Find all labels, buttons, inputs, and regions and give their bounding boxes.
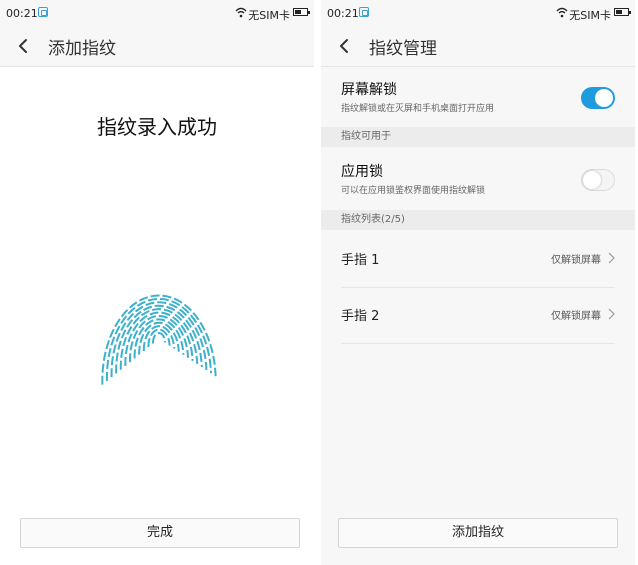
page-title: 添加指纹 — [48, 39, 116, 59]
battery-icon — [614, 8, 631, 16]
header: 指纹管理 — [321, 26, 635, 67]
status-bar: 00:21 无SIM卡 — [0, 0, 314, 26]
status-time: 00:21 — [327, 7, 359, 20]
done-button[interactable]: 完成 — [20, 518, 300, 548]
screen-unlock-toggle[interactable] — [581, 87, 615, 109]
wifi-icon — [235, 7, 247, 18]
list-item[interactable]: 手指 1 仅解锁屏幕 — [341, 231, 615, 288]
status-bar: 00:21 无SIM卡 — [321, 0, 635, 26]
add-fingerprint-screen: 00:21 无SIM卡 添加指纹 指纹录入成功 完成 — [0, 0, 314, 565]
app-lock-label: 应用锁 — [341, 164, 383, 180]
fingerprint-management-screen: 00:21 无SIM卡 指纹管理 屏幕解锁 指纹解锁或在灭屏和手机桌面打开应用 … — [321, 0, 635, 565]
fingerprint-ridge — [119, 308, 199, 370]
section-header-list: 指纹列表(2/5) — [321, 210, 635, 230]
app-lock-description: 可以在应用锁鉴权界面使用指纹解锁 — [341, 186, 486, 196]
chevron-right-icon — [608, 308, 615, 320]
finger-status: 仅解锁屏幕 — [551, 311, 601, 322]
section-usage-label: 指纹可用于 — [341, 131, 391, 142]
add-fingerprint-button[interactable]: 添加指纹 — [338, 518, 618, 548]
header: 添加指纹 — [0, 26, 314, 67]
fingerprint-ridge — [142, 325, 176, 352]
screen-unlock-row[interactable]: 屏幕解锁 指纹解锁或在灭屏和手机桌面打开应用 — [341, 71, 615, 127]
battery-icon — [293, 8, 310, 16]
back-arrow-icon[interactable] — [14, 36, 34, 56]
screen-unlock-label: 屏幕解锁 — [341, 82, 397, 98]
fingerprint-icon — [101, 294, 217, 385]
back-arrow-icon[interactable] — [335, 36, 355, 56]
app-lock-row[interactable]: 应用锁 可以在应用锁鉴权界面使用指纹解锁 — [341, 153, 615, 209]
content-area: 指纹录入成功 完成 — [0, 67, 314, 565]
finger-status: 仅解锁屏幕 — [551, 255, 601, 266]
section-list-label: 指纹列表(2/5) — [341, 214, 405, 225]
status-time: 00:21 — [6, 7, 38, 20]
success-message: 指纹录入成功 — [97, 115, 217, 139]
list-item[interactable]: 手指 2 仅解锁屏幕 — [341, 287, 615, 344]
screen-divider — [316, 0, 320, 565]
settings-list: 屏幕解锁 指纹解锁或在灭屏和手机桌面打开应用 指纹可用于 应用锁 可以在应用锁鉴… — [321, 67, 635, 565]
finger-name: 手指 1 — [341, 253, 380, 268]
sim-status: 无SIM卡 — [248, 9, 290, 22]
app-lock-toggle[interactable] — [581, 169, 615, 191]
wifi-icon — [556, 7, 568, 18]
fingerprint-ridge — [151, 332, 166, 344]
fingerprint-ridge — [105, 297, 212, 381]
chevron-right-icon — [608, 252, 615, 264]
notification-icon — [359, 7, 369, 17]
section-header-usage: 指纹可用于 — [321, 127, 635, 147]
sim-status: 无SIM卡 — [569, 9, 611, 22]
finger-name: 手指 2 — [341, 309, 380, 324]
screen-unlock-description: 指纹解锁或在灭屏和手机桌面打开应用 — [341, 104, 495, 114]
notification-icon — [38, 7, 48, 17]
page-title: 指纹管理 — [369, 39, 437, 59]
